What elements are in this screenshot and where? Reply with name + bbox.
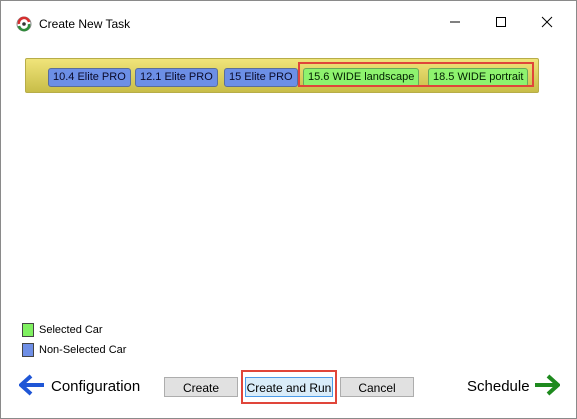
app-logo-icon <box>16 16 32 32</box>
car-chip-18-5-wide-portrait[interactable]: 18.5 WIDE portrait <box>428 68 529 87</box>
schedule-label: Schedule <box>467 378 530 395</box>
car-chip-15-elite-pro[interactable]: 15 Elite PRO <box>224 68 298 87</box>
create-and-run-button[interactable]: Create and Run <box>245 377 333 397</box>
non-selected-swatch <box>22 343 34 357</box>
legend-selected: Selected Car <box>22 323 103 337</box>
legend-non-selected-label: Non-Selected Car <box>39 344 127 356</box>
arrow-left-icon <box>18 374 45 401</box>
car-chip-10-4-elite-pro[interactable]: 10.4 Elite PRO <box>48 68 131 87</box>
car-selection-bar: 10.4 Elite PRO 12.1 Elite PRO 15 Elite P… <box>25 58 539 93</box>
arrow-right-icon <box>534 374 561 401</box>
close-button[interactable] <box>524 9 570 39</box>
configuration-nav-button[interactable]: Configuration <box>18 374 141 401</box>
configuration-label: Configuration <box>51 378 141 395</box>
maximize-icon <box>495 15 507 33</box>
window-title: Create New Task <box>39 17 131 31</box>
create-button[interactable]: Create <box>164 377 238 397</box>
legend-non-selected: Non-Selected Car <box>22 343 126 357</box>
create-new-task-window: Create New Task 10.4 Elite PRO 12.1 Elit… <box>0 0 577 419</box>
car-chip-12-1-elite-pro[interactable]: 12.1 Elite PRO <box>135 68 218 87</box>
schedule-nav-button[interactable]: Schedule <box>467 374 561 401</box>
cancel-button[interactable]: Cancel <box>340 377 414 397</box>
car-chip-15-6-wide-landscape[interactable]: 15.6 WIDE landscape <box>303 68 420 87</box>
selected-swatch <box>22 323 34 337</box>
legend-selected-label: Selected Car <box>39 324 103 336</box>
close-icon <box>541 15 553 33</box>
minimize-icon <box>449 15 461 33</box>
minimize-button[interactable] <box>432 9 478 39</box>
title-bar: Create New Task <box>1 1 576 45</box>
maximize-button[interactable] <box>478 9 524 39</box>
